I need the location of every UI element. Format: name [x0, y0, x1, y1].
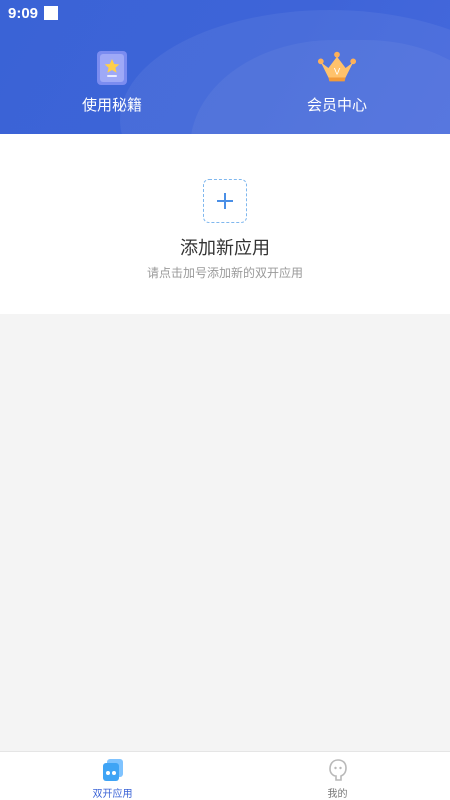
bottom-tab-bar: 双开应用 我的 [0, 751, 450, 800]
add-app-title: 添加新应用 [180, 238, 270, 259]
profile-icon [325, 757, 351, 783]
tips-book-icon [92, 48, 132, 88]
tab-profile[interactable]: 我的 [225, 752, 450, 800]
notification-icon [44, 6, 59, 20]
add-app-card: 添加新应用 请点击加号添加新的双开应用 [0, 134, 450, 314]
vip-center-button[interactable]: V 会员中心 [277, 48, 397, 118]
status-bar: 9:09 [0, 0, 450, 26]
tab-profile-label: 我的 [327, 789, 348, 800]
tab-dual-apps[interactable]: 双开应用 [0, 752, 225, 800]
plus-icon [217, 193, 233, 209]
svg-text:V: V [334, 67, 341, 78]
status-time: 9:09 [8, 4, 39, 22]
add-app-subtitle: 请点击加号添加新的双开应用 [146, 266, 303, 280]
tips-button[interactable]: 使用秘籍 [52, 48, 172, 118]
tab-dual-apps-label: 双开应用 [92, 789, 133, 800]
crown-icon: V [317, 48, 357, 88]
tips-label: 使用秘籍 [81, 96, 142, 114]
vip-label: 会员中心 [306, 96, 367, 114]
dual-apps-icon [100, 757, 126, 783]
header-banner: 9:09 使用秘籍 V 会员中心 [0, 0, 450, 134]
add-app-button[interactable] [203, 179, 247, 223]
